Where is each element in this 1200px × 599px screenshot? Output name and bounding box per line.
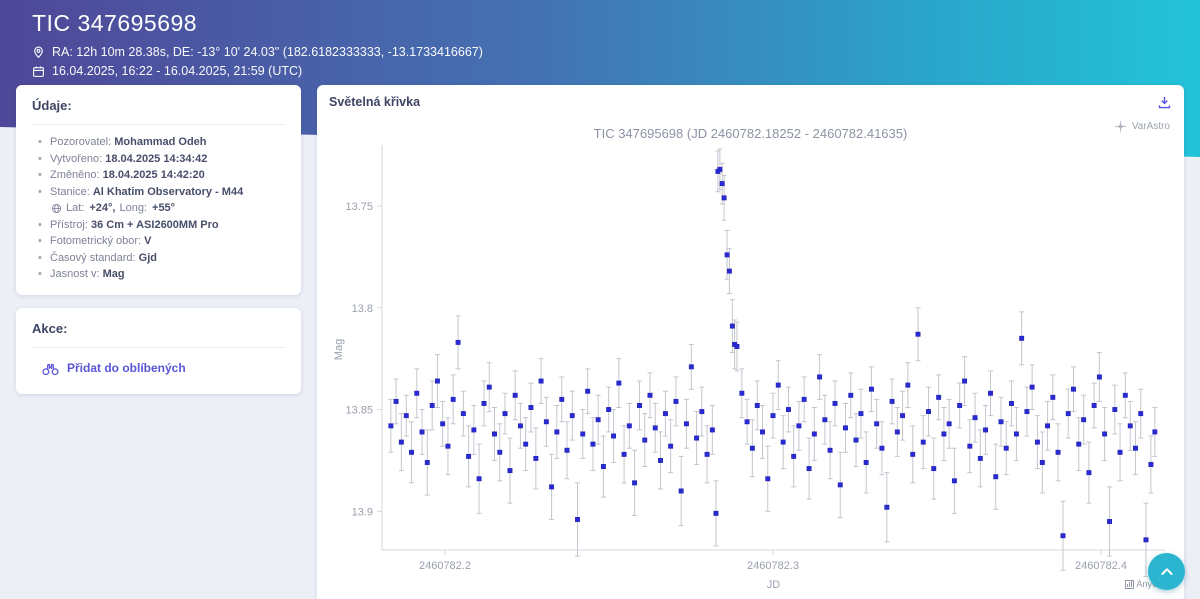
download-icon — [1157, 95, 1172, 110]
info-item-label: Pozorovatel: — [50, 136, 111, 148]
lat-label: Lat: — [66, 200, 84, 217]
divider — [32, 124, 285, 125]
info-item-value: Mohammad Odeh — [114, 136, 206, 148]
scroll-to-top-button[interactable] — [1148, 553, 1185, 590]
chevron-up-icon — [1159, 564, 1175, 580]
info-item-value: 18.04.2025 14:34:42 — [105, 153, 207, 165]
svg-text:Mag: Mag — [333, 339, 345, 360]
lightcurve-svg[interactable]: 13.75 13.8 13.85 13.9 2460782.2 2460782.3 2460… — [329, 145, 1172, 599]
coordinates-text: RA: 12h 10m 28.38s, DE: -13° 10' 24.03" … — [52, 45, 483, 59]
lightcurve-card: Světelná křivka TIC 347695698 (JD 246078… — [317, 85, 1184, 599]
svg-text:13.8: 13.8 — [352, 303, 373, 315]
divider — [32, 347, 285, 348]
info-item-label: Vytvořeno: — [50, 153, 102, 165]
info-item-label: Fotometrický obor: — [50, 235, 141, 247]
main-content: Údaje: Pozorovatel: Mohammad Odeh Vytvoř… — [0, 85, 1200, 599]
page-title: TIC 347695698 — [32, 10, 1168, 37]
add-to-favorites-label: Přidat do oblíbených — [67, 361, 186, 375]
svg-text:13.85: 13.85 — [345, 405, 373, 417]
left-column: Údaje: Pozorovatel: Mohammad Odeh Vytvoř… — [16, 85, 301, 599]
page-header: TIC 347695698 RA: 12h 10m 28.38s, DE: -1… — [0, 0, 1200, 78]
chart-title: TIC 347695698 (JD 2460782.18252 - 246078… — [329, 126, 1172, 141]
svg-text:2460782.2: 2460782.2 — [419, 560, 471, 572]
anychart-icon — [1125, 580, 1134, 589]
svg-text:13.75: 13.75 — [345, 201, 373, 213]
location-pin-icon — [32, 46, 45, 59]
varastro-logo: VarAstro — [1113, 119, 1170, 134]
lightcurve-plot[interactable]: 13.75 13.8 13.85 13.9 2460782.2 2460782.3 2460… — [329, 145, 1172, 599]
varastro-star-icon — [1113, 119, 1128, 134]
calendar-icon — [32, 65, 45, 78]
info-item-value: Al Khatim Observatory - M44 — [93, 186, 243, 198]
info-list-item: Stanice: Al Khatim Observatory - M44 Lat… — [38, 184, 285, 217]
add-to-favorites-link[interactable]: Přidat do oblíbených — [42, 361, 285, 376]
info-list-item: Jasnost v: Mag — [38, 266, 285, 283]
globe-icon — [51, 203, 62, 214]
info-item-label: Změněno: — [50, 169, 100, 181]
actions-card-title: Akce: — [32, 321, 285, 336]
long-label: Long: — [119, 200, 147, 217]
info-card: Údaje: Pozorovatel: Mohammad Odeh Vytvoř… — [16, 85, 301, 295]
info-item-label: Časový standard: — [50, 252, 136, 264]
info-list-item: Pozorovatel: Mohammad Odeh — [38, 134, 285, 151]
info-list-item: Časový standard: Gjd — [38, 250, 285, 267]
lightcurve-card-title: Světelná křivka — [329, 95, 420, 109]
info-list-item: Vytvořeno: 18.04.2025 14:34:42 — [38, 151, 285, 168]
time-range-line: 16.04.2025, 16:22 - 16.04.2025, 21:59 (U… — [32, 64, 1168, 78]
info-list-item: Přístroj: 36 Cm + ASI2600MM Pro — [38, 217, 285, 234]
info-item-value: V — [144, 235, 151, 247]
svg-text:13.9: 13.9 — [352, 506, 373, 518]
long-value: +55° — [152, 200, 175, 217]
info-list-item: Fotometrický obor: V — [38, 233, 285, 250]
info-list-item: Změněno: 18.04.2025 14:42:20 — [38, 167, 285, 184]
binoculars-icon — [42, 361, 59, 376]
info-item-value: Mag — [103, 268, 125, 280]
svg-text:2460782.3: 2460782.3 — [747, 560, 799, 572]
info-item-value: 18.04.2025 14:42:20 — [103, 169, 205, 181]
info-list: Pozorovatel: Mohammad Odeh Vytvořeno: 18… — [38, 134, 285, 283]
info-item-label: Jasnost v: — [50, 268, 100, 280]
info-item-value: 36 Cm + ASI2600MM Pro — [91, 219, 219, 231]
time-range-text: 16.04.2025, 16:22 - 16.04.2025, 21:59 (U… — [52, 64, 302, 78]
info-item-value: Gjd — [139, 252, 157, 264]
svg-text:2460782.4: 2460782.4 — [1075, 560, 1127, 572]
download-button[interactable] — [1157, 95, 1172, 110]
varastro-logo-text: VarAstro — [1132, 121, 1170, 132]
coordinates-line: RA: 12h 10m 28.38s, DE: -13° 10' 24.03" … — [32, 45, 1168, 59]
info-item-label: Přístroj: — [50, 219, 88, 231]
info-item-label: Stanice: — [50, 186, 90, 198]
info-card-title: Údaje: — [32, 98, 285, 113]
svg-text:JD: JD — [767, 579, 781, 591]
actions-card: Akce: Přidat do oblíbených — [16, 308, 301, 394]
station-geo-line: Lat: +24°, Long: +55° — [50, 200, 285, 217]
lat-value: +24°, — [89, 200, 115, 217]
lightcurve-card-header: Světelná křivka — [329, 95, 1172, 110]
